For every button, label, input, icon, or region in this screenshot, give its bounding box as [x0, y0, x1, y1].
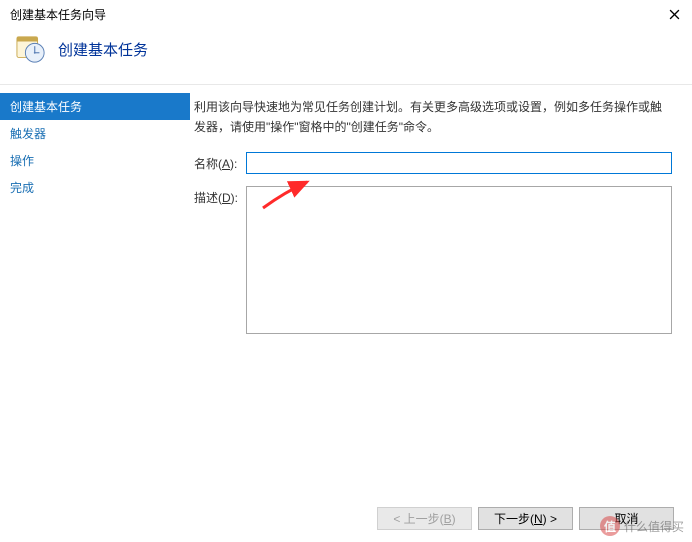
wizard-sidebar: 创建基本任务 触发器 操作 完成 — [0, 85, 190, 465]
intro-text: 利用该向导快速地为常见任务创建计划。有关更多高级选项或设置，例如多任务操作或触发… — [194, 97, 672, 138]
sidebar-item-finish[interactable]: 完成 — [0, 174, 190, 201]
titlebar: 创建基本任务向导 — [0, 0, 692, 28]
wizard-header: 创建基本任务 — [0, 28, 692, 85]
wizard-icon — [16, 34, 46, 64]
description-textarea[interactable] — [246, 186, 672, 334]
window-title: 创建基本任务向导 — [10, 6, 106, 23]
description-label: 描述(D): — [194, 186, 246, 206]
wizard-title: 创建基本任务 — [58, 39, 148, 60]
main-panel: 利用该向导快速地为常见任务创建计划。有关更多高级选项或设置，例如多任务操作或触发… — [190, 85, 692, 465]
sidebar-item-action[interactable]: 操作 — [0, 147, 190, 174]
watermark-badge-icon: 值 — [600, 516, 620, 536]
watermark-text: 什么值得买 — [624, 518, 684, 535]
name-input[interactable] — [246, 152, 672, 174]
sidebar-item-trigger[interactable]: 触发器 — [0, 120, 190, 147]
close-icon — [669, 9, 680, 20]
sidebar-item-label: 创建基本任务 — [10, 100, 82, 114]
watermark: 值 什么值得买 — [600, 516, 684, 536]
sidebar-item-label: 完成 — [10, 181, 34, 195]
sidebar-item-label: 触发器 — [10, 127, 46, 141]
name-label: 名称(A): — [194, 152, 246, 172]
name-field-row: 名称(A): — [194, 152, 672, 174]
back-button: < 上一步(B) — [377, 507, 472, 530]
sidebar-item-label: 操作 — [10, 154, 34, 168]
content-area: 创建基本任务 触发器 操作 完成 利用该向导快速地为常见任务创建计划。有关更多高… — [0, 85, 692, 465]
next-button[interactable]: 下一步(N) > — [478, 507, 573, 530]
close-button[interactable] — [666, 6, 682, 22]
sidebar-item-create-task[interactable]: 创建基本任务 — [0, 93, 190, 120]
description-field-row: 描述(D): — [194, 186, 672, 334]
